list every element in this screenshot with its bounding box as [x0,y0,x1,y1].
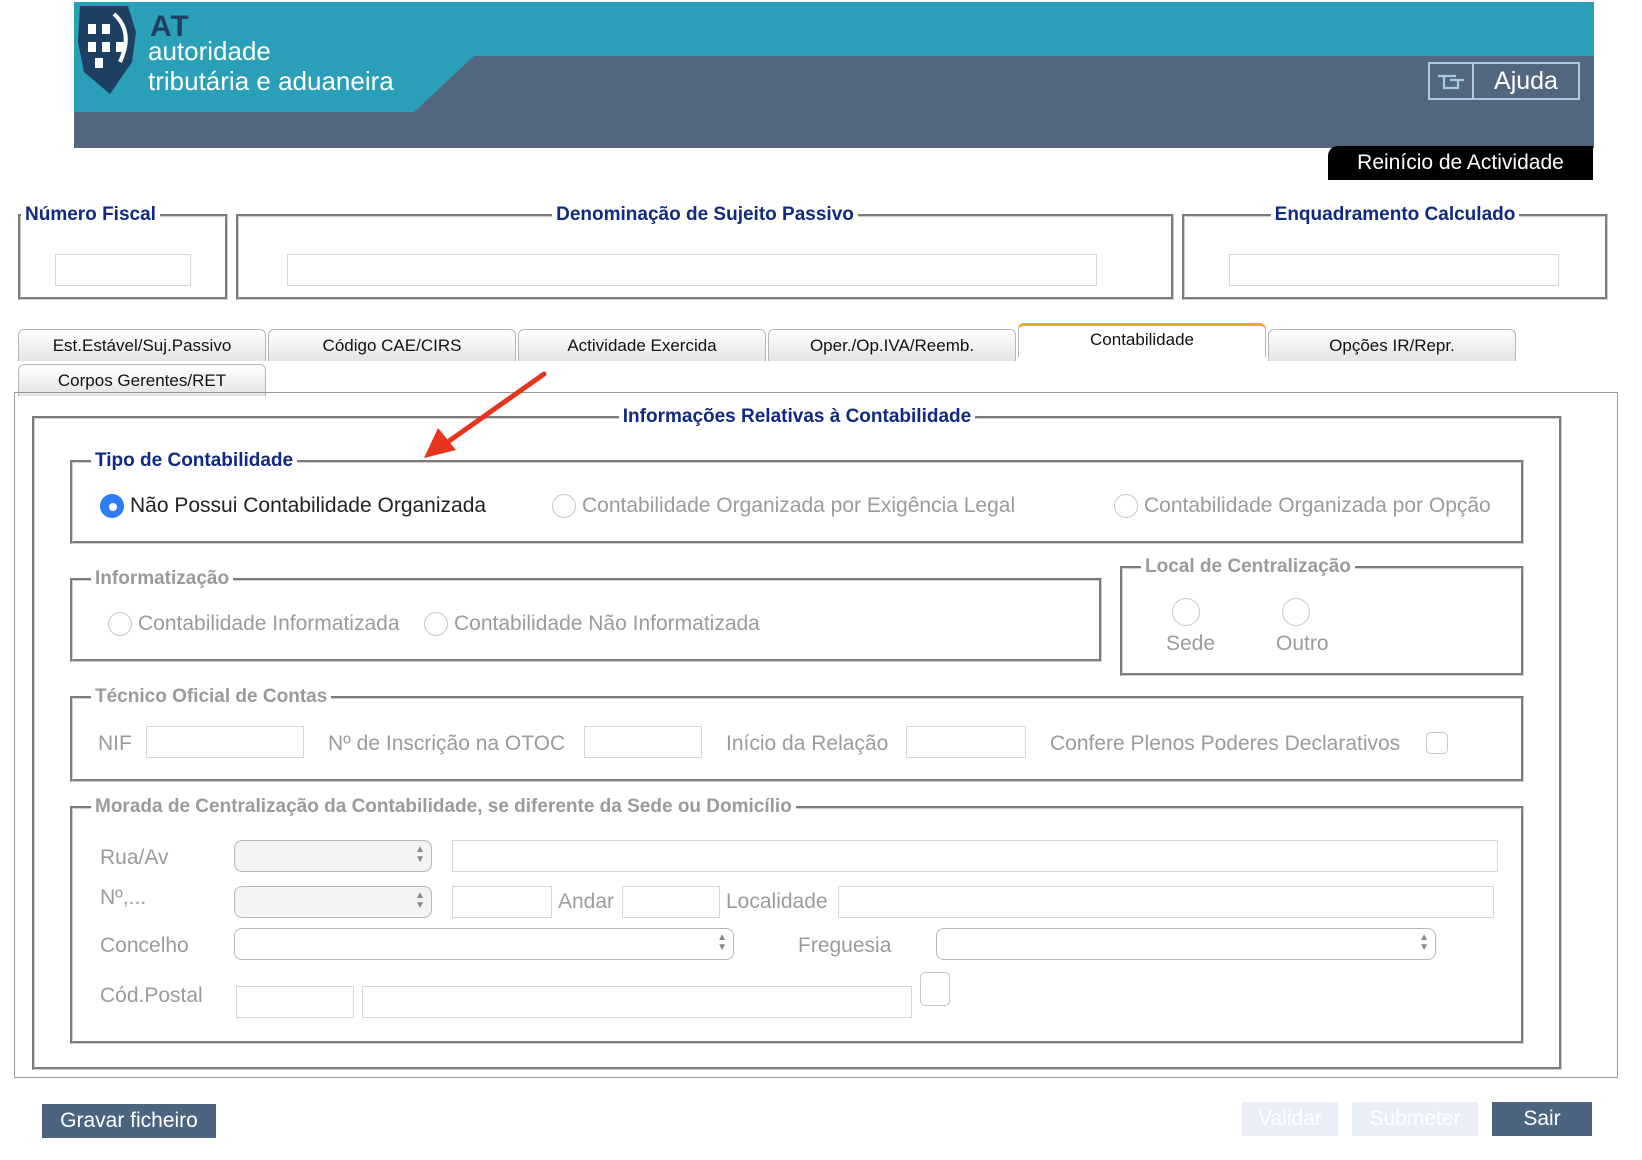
rua-label: Rua/Av [100,846,169,869]
nif-input[interactable] [55,254,191,286]
header-band-top [74,2,1594,56]
tab-contabilidade[interactable]: Contabilidade [1018,323,1266,357]
contabilidade-legend: Informações Relativas à Contabilidade [622,406,972,427]
toc-otoc-label: Nº de Inscrição na OTOC [328,732,566,755]
codpostal-label: Cód.Postal [100,984,203,1007]
radio-exigencia-legal[interactable] [552,494,576,518]
label-outro: Outro [1276,632,1329,655]
centralizacao-legend: Local de Centralização [1145,556,1351,577]
radio-sede[interactable] [1172,598,1200,626]
save-file-button[interactable]: Gravar ficheiro [42,1104,216,1138]
annotation-arrow-icon [424,371,547,458]
andar-input[interactable] [622,886,720,918]
framework-legend: Enquadramento Calculado [1274,204,1516,225]
codpostal-lookup-button[interactable] [920,972,950,1006]
logo-line-2: tributária e aduaneira [148,66,394,96]
localidade-input[interactable] [838,886,1494,918]
app-header: AT autoridade tributária e aduaneira Aju… [74,2,1594,148]
pointing-hand-icon [1430,64,1474,98]
help-label: Ajuda [1494,66,1558,95]
tab-codigo-cae[interactable]: Código CAE/CIRS [268,329,516,361]
help-button[interactable]: Ajuda [1428,62,1580,100]
tab-oper-iva[interactable]: Oper./Op.IVA/Reemb. [768,329,1016,361]
framework-fieldset: Enquadramento Calculado [1182,204,1608,300]
name-legend: Denominação de Sujeito Passivo [556,204,854,225]
stepper-arrows-icon: ▲ ▼ [415,844,425,865]
localidade-label: Localidade [726,890,828,913]
numero-type-select[interactable]: ▲ ▼ [234,886,432,918]
toc-inicio-input[interactable] [906,726,1026,758]
tab-opcoes-ir[interactable]: Opções IR/Repr. [1268,329,1516,361]
framework-input[interactable] [1229,254,1559,286]
toc-nif-input[interactable] [146,726,304,758]
concelho-select[interactable]: ▲ ▼ [234,928,734,960]
radio-nao-informatizada[interactable] [424,612,448,636]
toc-poderes-label: Confere Plenos Poderes Declarativos [1050,732,1401,755]
label-sede: Sede [1166,632,1216,655]
toc-legend: Técnico Oficial de Contas [95,686,328,707]
label-por-opcao: Contabilidade Organizada por Opção [1144,494,1491,517]
tab-actividade-exercida[interactable]: Actividade Exercida [518,329,766,361]
radio-informatizada[interactable] [108,612,132,636]
numero-label: Nº,... [100,886,147,909]
radio-outro[interactable] [1282,598,1310,626]
codpostal-location-input[interactable] [362,986,912,1018]
nif-legend: Número Fiscal [25,204,156,225]
toc-poderes-checkbox[interactable] [1426,732,1448,754]
label-exigencia-legal: Contabilidade Organizada por Exigência L… [582,494,1016,517]
stepper-arrows-icon: ▲ ▼ [1419,932,1429,953]
codpostal-prefix-input[interactable] [236,986,354,1018]
tab-est-estavel[interactable]: Est.Estável/Suj.Passivo [18,329,266,361]
section-badge: Reinício de Actividade [1328,146,1593,180]
stepper-arrows-icon: ▲ ▼ [415,890,425,911]
nif-fieldset: Número Fiscal [18,204,228,300]
rua-input[interactable] [452,840,1498,872]
freguesia-select[interactable]: ▲ ▼ [936,928,1436,960]
concelho-label: Concelho [100,934,189,957]
label-informatizada: Contabilidade Informatizada [138,612,400,635]
rua-type-select[interactable]: ▲ ▼ [234,840,432,872]
toc-inicio-label: Início da Relação [726,732,889,755]
toc-otoc-input[interactable] [584,726,702,758]
numero-input[interactable] [452,886,552,918]
exit-button[interactable]: Sair [1492,1102,1592,1136]
toc-nif-label: NIF [98,732,132,755]
morada-legend: Morada de Centralização da Contabilidade… [95,796,792,817]
andar-label: Andar [558,890,615,913]
stepper-arrows-icon: ▲ ▼ [717,932,727,953]
name-input[interactable] [287,254,1097,286]
at-shield-logo-icon [78,6,136,94]
radio-nao-possui[interactable] [100,494,124,518]
informatizacao-legend: Informatização [95,568,230,589]
submit-button[interactable]: Submeter [1352,1102,1478,1136]
label-nao-informatizada: Contabilidade Não Informatizada [454,612,760,635]
label-nao-possui: Não Possui Contabilidade Organizada [130,494,487,517]
logo-line-1: autoridade [148,36,271,66]
name-fieldset: Denominação de Sujeito Passivo [236,204,1174,300]
tipo-contabilidade-legend: Tipo de Contabilidade [95,450,294,471]
validate-button[interactable]: Validar [1242,1102,1338,1136]
freguesia-label: Freguesia [798,934,892,957]
radio-por-opcao[interactable] [1114,494,1138,518]
